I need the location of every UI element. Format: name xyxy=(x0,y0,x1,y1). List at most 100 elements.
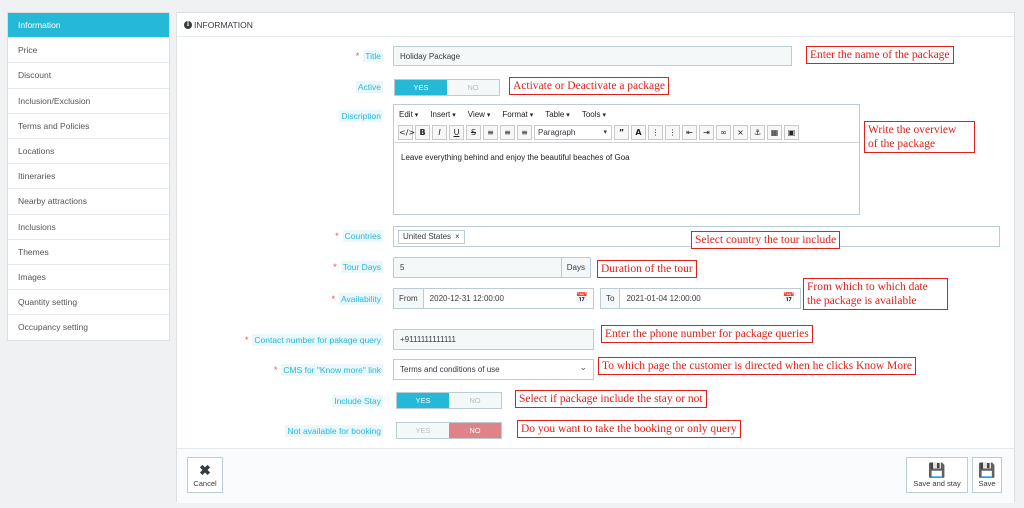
indent-icon[interactable]: ⇥ xyxy=(699,125,714,140)
sidebar-item-price[interactable]: Price xyxy=(8,38,169,64)
save-and-stay-label: Save and stay xyxy=(913,479,961,488)
menu-view[interactable]: View xyxy=(468,110,491,119)
sidebar-item-information[interactable]: Information xyxy=(8,13,169,39)
countries-label: * Countries xyxy=(335,230,383,242)
availability-label: * Availability xyxy=(331,293,383,305)
not-available-no[interactable]: NO xyxy=(449,423,501,438)
sidebar-item-terms-policies[interactable]: Terms and Policies xyxy=(8,114,169,139)
include-stay-no[interactable]: NO xyxy=(449,393,501,408)
sidebar-item-images[interactable]: Images xyxy=(8,265,169,291)
underline-icon[interactable]: U xyxy=(449,125,464,140)
active-no[interactable]: NO xyxy=(447,80,499,95)
save-and-stay-button[interactable]: 💾 Save and stay xyxy=(906,457,968,493)
align-left-icon[interactable]: ≡ xyxy=(483,125,498,140)
numbered-list-icon[interactable]: ⋮ xyxy=(665,125,680,140)
country-tag-label: United States xyxy=(403,232,452,241)
not-available-label: Not available for booking xyxy=(285,425,383,437)
blockquote-icon[interactable]: ” xyxy=(614,125,629,140)
format-select[interactable]: Paragraph xyxy=(534,125,612,140)
to-addon: To xyxy=(601,289,621,308)
bullet-list-icon[interactable]: ⋮ xyxy=(648,125,663,140)
source-code-icon[interactable]: </> xyxy=(398,125,415,140)
days-addon: Days xyxy=(560,258,590,277)
sidebar-item-occupancy-setting[interactable]: Occupancy setting xyxy=(8,315,169,340)
menu-edit[interactable]: Edit xyxy=(399,110,418,119)
sidebar-item-locations[interactable]: Locations xyxy=(8,139,169,165)
include-stay-yes[interactable]: YES xyxy=(397,393,449,408)
note-availability: From which to which date the package is a… xyxy=(803,278,948,310)
save-button[interactable]: 💾 Save xyxy=(972,457,1002,493)
title-value: Holiday Package xyxy=(400,51,461,61)
note-phone: Enter the phone number for package queri… xyxy=(601,325,813,343)
note-active: Activate or Deactivate a package xyxy=(509,77,669,95)
note-booking: Do you want to take the booking or only … xyxy=(517,420,741,438)
sidebar-item-inclusion-exclusion[interactable]: Inclusion/Exclusion xyxy=(8,89,169,114)
country-tag: United States × xyxy=(398,229,465,244)
strikethrough-icon[interactable]: S xyxy=(466,125,481,140)
to-date-input[interactable]: To 2021-01-04 12:00:00 📅 xyxy=(600,288,801,309)
not-available-switch[interactable]: YES NO xyxy=(396,422,502,439)
active-switch[interactable]: YES NO xyxy=(394,79,500,96)
bold-icon[interactable]: B xyxy=(415,125,430,140)
save-icon: 💾 xyxy=(978,462,996,478)
remove-tag-icon[interactable]: × xyxy=(455,232,460,241)
editor-content[interactable]: Leave everything behind and enjoy the be… xyxy=(394,143,859,172)
sidebar-item-itineraries[interactable]: Itineraries xyxy=(8,164,169,190)
panel-header: i INFORMATION xyxy=(177,13,1014,37)
active-label: Active xyxy=(355,81,383,93)
editor-menubar: Edit Insert View Format Table Tools xyxy=(394,105,859,123)
menu-insert[interactable]: Insert xyxy=(430,110,455,119)
note-duration: Duration of the tour xyxy=(597,260,697,278)
from-date-value: 2020-12-31 12:00:00 xyxy=(429,294,504,303)
menu-tools[interactable]: Tools xyxy=(582,110,606,119)
italic-icon[interactable]: I xyxy=(432,125,447,140)
contact-input[interactable]: +9111111111111 xyxy=(393,329,594,350)
tour-days-label: * Tour Days xyxy=(333,261,383,273)
menu-table[interactable]: Table xyxy=(545,110,570,119)
sidebar-item-discount[interactable]: Discount xyxy=(8,63,169,89)
calendar-icon[interactable]: 📅 xyxy=(783,293,800,304)
tour-days-value: 5 xyxy=(400,263,405,272)
media-icon[interactable]: ▦ xyxy=(767,125,782,140)
sidebar-item-nearby-attractions[interactable]: Nearby attractions xyxy=(8,189,169,215)
image-icon[interactable]: ▣ xyxy=(784,125,799,140)
close-icon: ✖ xyxy=(199,462,211,478)
text-color-icon[interactable]: A xyxy=(631,125,646,140)
tour-days-input[interactable]: 5 Days xyxy=(393,257,591,278)
panel-title: INFORMATION xyxy=(194,19,253,30)
not-available-yes[interactable]: YES xyxy=(397,423,449,438)
calendar-icon[interactable]: 📅 xyxy=(576,293,593,304)
title-input[interactable]: Holiday Package xyxy=(393,46,792,66)
note-cms: To which page the customer is directed w… xyxy=(598,357,916,375)
cms-select[interactable]: Terms and conditions of use ⌄ xyxy=(393,359,594,380)
description-label: Discription xyxy=(339,110,383,122)
chevron-down-icon: ⌄ xyxy=(579,362,587,372)
cms-value: Terms and conditions of use xyxy=(400,365,500,374)
note-stay: Select if package include the stay or no… xyxy=(515,390,707,408)
menu-format[interactable]: Format xyxy=(502,110,533,119)
anchor-icon[interactable]: ⚓ xyxy=(750,125,765,140)
contact-label: * Contact number for pakage query xyxy=(244,334,383,346)
from-addon: From xyxy=(394,289,424,308)
cancel-button[interactable]: ✖ Cancel xyxy=(187,457,223,493)
note-title: Enter the name of the package xyxy=(806,46,954,64)
sidebar-item-inclusions[interactable]: Inclusions xyxy=(8,215,169,240)
note-overview: Write the overview of the package xyxy=(864,121,975,153)
link-icon[interactable]: ∞ xyxy=(716,125,731,140)
cms-label: * CMS for "Know more" link xyxy=(273,364,383,376)
save-label: Save xyxy=(978,479,996,488)
include-stay-switch[interactable]: YES NO xyxy=(396,392,502,409)
unlink-icon[interactable]: ⨯ xyxy=(733,125,748,140)
outdent-icon[interactable]: ⇤ xyxy=(682,125,697,140)
sidebar-item-quantity-setting[interactable]: Quantity setting xyxy=(8,290,169,316)
include-stay-label: Include Stay xyxy=(332,395,383,407)
description-editor[interactable]: Edit Insert View Format Table Tools </> … xyxy=(393,104,860,215)
from-date-input[interactable]: From 2020-12-31 12:00:00 📅 xyxy=(393,288,594,309)
align-right-icon[interactable]: ≡ xyxy=(517,125,532,140)
info-icon: i xyxy=(184,20,192,29)
to-date-value: 2021-01-04 12:00:00 xyxy=(626,294,701,303)
editor-toolbar: </> B I U S ≡ ≡ ≡ Paragraph ” A ⋮ ⋮ ⇤ ⇥ … xyxy=(394,123,859,143)
sidebar-item-themes[interactable]: Themes xyxy=(8,240,169,265)
align-center-icon[interactable]: ≡ xyxy=(500,125,515,140)
active-yes[interactable]: YES xyxy=(395,80,447,95)
